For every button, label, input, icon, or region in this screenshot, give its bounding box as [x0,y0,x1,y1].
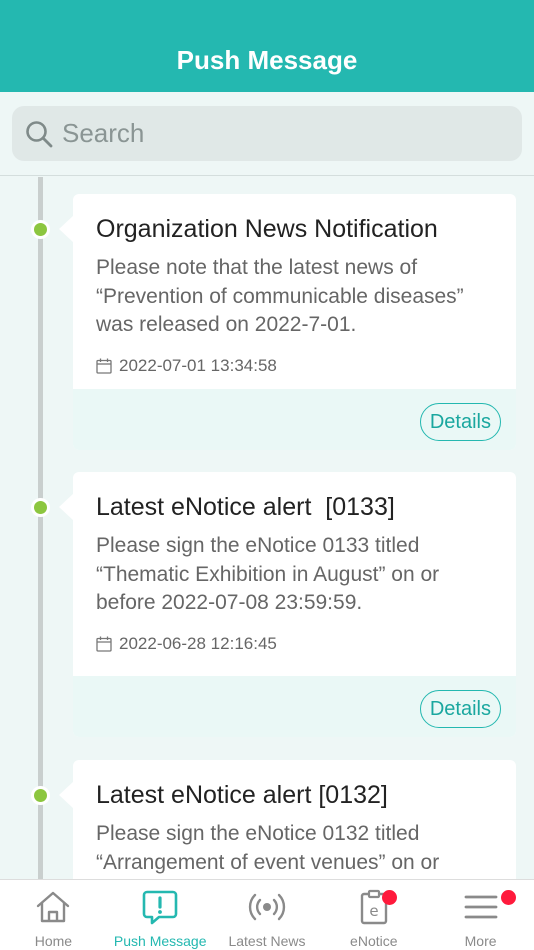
message-date-text: 2022-07-01 13:34:58 [119,355,277,375]
timeline-line [38,177,43,879]
card-footer: Details [73,676,516,737]
timeline-dot [31,498,50,517]
timeline-dot [31,220,50,239]
message-card: Organization News Notification Please no… [73,194,516,450]
notification-badge [382,890,398,905]
page-title: Push Message [176,44,358,75]
tab-push-message[interactable]: Push Message [107,880,214,950]
calendar-icon [96,636,112,652]
tab-label: Home [34,933,73,949]
card-pointer [59,215,74,243]
message-alert-icon [142,890,178,925]
broadcast-icon [248,893,286,921]
calendar-icon [96,358,112,374]
search-icon [26,120,53,147]
timeline-dot [31,786,50,805]
details-button[interactable]: Details [419,403,501,441]
tab-label: More [464,933,497,949]
search-input[interactable] [62,118,482,149]
search-box[interactable] [12,106,522,161]
bottom-tab-bar: Home Push Message Latest News e eNotice [0,879,534,950]
message-body: Please sign the eNotice 0133 titled “The… [96,534,440,614]
card-pointer [59,781,74,809]
message-date: 2022-07-01 13:34:58 [73,340,516,380]
message-body: Please note that the latest news of “Pre… [96,256,464,336]
tab-enotice[interactable]: e eNotice [320,880,427,950]
message-title: Organization News Notification [96,215,438,243]
card-footer: Details [73,389,516,450]
tab-more[interactable]: More [427,880,534,950]
message-title: Latest eNotice alert [0133] [96,493,395,521]
svg-text:e: e [369,902,378,920]
message-card: Latest eNotice alert [0133] Please sign … [73,472,516,737]
menu-icon [464,895,497,919]
card-pointer [59,493,74,521]
message-title: Latest eNotice alert [0132] [96,781,388,809]
message-timeline: Organization News Notification Please no… [0,177,534,879]
notification-badge [500,890,516,905]
home-icon [37,891,70,923]
tab-label: Latest News [228,933,306,949]
tab-label: Push Message [113,933,207,949]
tab-label: eNotice [350,933,398,949]
message-card: Latest eNotice alert [0132] Please sign … [73,760,516,879]
message-date-text: 2022-06-28 12:16:45 [119,633,277,653]
app-header: Push Message [0,0,534,92]
tab-latest-news[interactable]: Latest News [214,880,321,950]
tab-home[interactable]: Home [0,880,107,950]
message-date: 2022-06-28 12:16:45 [73,618,516,658]
message-body: Please sign the eNotice 0132 titled “Arr… [96,822,440,874]
search-bar [0,92,534,176]
details-button[interactable]: Details [419,690,501,728]
